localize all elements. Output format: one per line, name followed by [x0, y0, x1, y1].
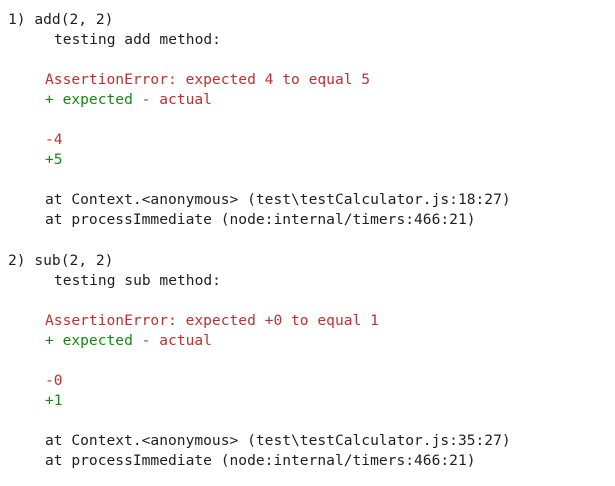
failure-1-header: 1) add(2, 2): [8, 11, 114, 28]
failure-2-error-message: AssertionError: expected +0 to equal 1: [45, 312, 379, 329]
diff-legend-expected: + expected: [45, 91, 133, 108]
diff-legend-actual: - actual: [141, 91, 212, 108]
test-output-console: 1) add(2, 2) testing add method: Asserti…: [0, 0, 615, 486]
failure-2-stack-line-2: at processImmediate (node:internal/timer…: [45, 452, 476, 469]
failure-1-diff-actual: -4: [45, 131, 63, 148]
failure-2-stack-line-1: at Context.<anonymous> (test\testCalcula…: [45, 432, 511, 449]
failure-1-error-message: AssertionError: expected 4 to equal 5: [45, 71, 371, 88]
failure-1-diff-legend: + expected - actual: [45, 90, 212, 110]
failure-1-diff-expected: +5: [45, 151, 63, 168]
failure-2-diff-expected: +1: [45, 392, 63, 409]
failure-1-stack-line-2: at processImmediate (node:internal/timer…: [45, 211, 476, 228]
failure-2-diff-legend: + expected - actual: [45, 331, 212, 351]
diff-legend-expected: + expected: [45, 332, 133, 349]
failure-1-description: testing add method:: [54, 31, 221, 48]
failure-2-diff-actual: -0: [45, 372, 63, 389]
failure-2-header: 2) sub(2, 2): [8, 252, 114, 269]
diff-legend-actual: - actual: [141, 332, 212, 349]
failure-1-stack-line-1: at Context.<anonymous> (test\testCalcula…: [45, 191, 511, 208]
failure-2-description: testing sub method:: [54, 272, 221, 289]
